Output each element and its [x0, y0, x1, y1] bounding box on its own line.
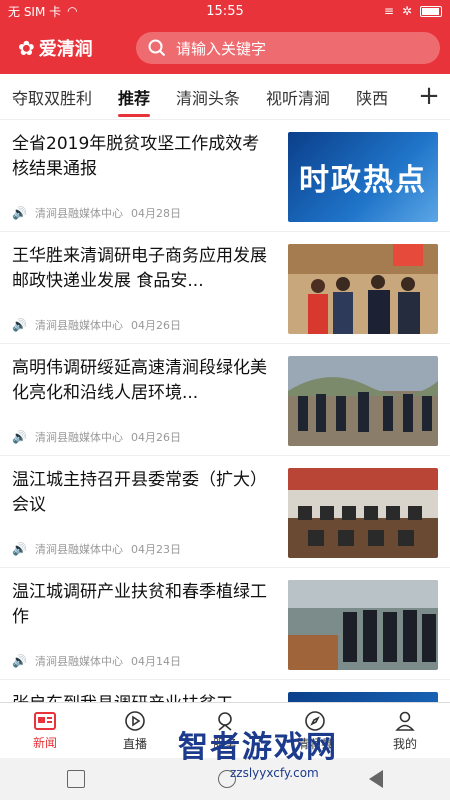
- article-thumbnail: [288, 468, 438, 558]
- tabbar-label: 新闻: [32, 735, 57, 750]
- status-bar: 无 SIM 卡 ◠ 15:55 ≡ ✲: [0, 0, 450, 22]
- article-source: 清涧县融媒体中心: [34, 431, 123, 444]
- speaker-icon[interactable]: 🔊: [12, 430, 27, 444]
- watermark-url: zzslyyxcfy.com: [230, 766, 319, 780]
- tab-fight[interactable]: 夺取双胜利: [12, 73, 92, 121]
- battery-icon: [420, 5, 442, 17]
- app-header: ✿ 爱清涧 请输入关键字: [0, 22, 450, 74]
- article-thumbnail: 时政热点: [288, 132, 438, 222]
- logo-text: 爱清涧: [38, 39, 93, 60]
- article-date: 04月28日: [130, 207, 181, 220]
- clock: 15:55: [206, 3, 244, 19]
- article-title: 王华胜来清调研电子商务应用发展 邮政快递业发展 食品安...: [12, 246, 267, 291]
- article-title: 温江城调研产业扶贫和春季植绿工作: [12, 582, 267, 627]
- tabbar-label: 直播: [122, 736, 147, 751]
- tabbar-news[interactable]: 新闻: [0, 703, 90, 758]
- watermark-title: 智者游戏网: [178, 730, 338, 765]
- speaker-icon[interactable]: 🔊: [12, 318, 27, 332]
- speaker-icon[interactable]: 🔊: [12, 542, 27, 556]
- watermark: 智者游戏网 zzslyyxcfy.com: [178, 722, 338, 780]
- article-source: 清涧县融媒体中心: [34, 543, 123, 556]
- article-date: 04月14日: [130, 655, 181, 668]
- article-date: 04月23日: [130, 543, 181, 556]
- article-thumbnail: [288, 580, 438, 670]
- article-title: 温江城主持召开县委常委（扩大）会议: [12, 470, 267, 515]
- list-item[interactable]: 温江城主持召开县委常委（扩大）会议 🔊 清涧县融媒体中心 04月23日: [0, 456, 450, 568]
- channel-tabs: 夺取双胜利 推荐 清涧头条 视听清涧 陕西 +: [0, 74, 450, 120]
- article-date: 04月26日: [130, 319, 181, 332]
- news-icon: [34, 711, 56, 730]
- list-item[interactable]: 高明伟调研绥延高速清涧段绿化美化亮化和沿线人居环境... 🔊 清涧县融媒体中心 …: [0, 344, 450, 456]
- tabbar-live[interactable]: 直播: [90, 703, 180, 758]
- back-icon[interactable]: [369, 770, 384, 788]
- play-icon: [125, 710, 145, 731]
- search-input[interactable]: 请输入关键字: [136, 32, 440, 64]
- tabbar-label: 我的: [392, 736, 417, 751]
- article-list: 全省2019年脱贫攻坚工作成效考核结果通报 🔊 清涧县融媒体中心 04月28日 …: [0, 120, 450, 704]
- user-icon: [395, 711, 415, 731]
- app-logo: ✿ 爱清涧: [18, 35, 136, 61]
- speaker-icon[interactable]: 🔊: [12, 206, 27, 220]
- tab-recommend[interactable]: 推荐: [118, 73, 151, 121]
- list-item[interactable]: 全省2019年脱贫攻坚工作成效考核结果通报 🔊 清涧县融媒体中心 04月28日 …: [0, 120, 450, 232]
- tabbar-me[interactable]: 我的: [360, 703, 450, 758]
- article-source: 清涧县融媒体中心: [34, 655, 123, 668]
- article-source: 清涧县融媒体中心: [34, 207, 123, 220]
- list-item[interactable]: 王华胜来清调研电子商务应用发展 邮政快递业发展 食品安... 🔊 清涧县融媒体中…: [0, 232, 450, 344]
- speaker-icon[interactable]: 🔊: [12, 654, 27, 668]
- tab-audio-video[interactable]: 视听清涧: [266, 73, 330, 121]
- article-title: 全省2019年脱贫攻坚工作成效考核结果通报: [12, 134, 260, 179]
- search-icon: [148, 39, 166, 57]
- search-placeholder: 请输入关键字: [176, 39, 267, 58]
- thumbnail-caption: 时政热点: [299, 163, 427, 198]
- article-title: 高明伟调研绥延高速清涧段绿化美化亮化和沿线人居环境...: [12, 358, 267, 403]
- tab-headlines[interactable]: 清涧头条: [176, 73, 240, 121]
- list-item[interactable]: 温江城调研产业扶贫和春季植绿工作 🔊 清涧县融媒体中心 04月14日: [0, 568, 450, 680]
- add-channel-icon[interactable]: +: [414, 82, 444, 110]
- logo-mark-icon: ✿: [18, 36, 35, 60]
- article-thumbnail: [288, 244, 438, 334]
- article-thumbnail: [288, 356, 438, 446]
- article-source: 清涧县融媒体中心: [34, 319, 123, 332]
- list-item[interactable]: 张启东到我县调研产业扶贫工: [0, 680, 450, 704]
- recent-apps-icon[interactable]: [66, 770, 85, 788]
- tab-shaanxi[interactable]: 陕西: [356, 73, 388, 121]
- article-date: 04月26日: [130, 431, 181, 444]
